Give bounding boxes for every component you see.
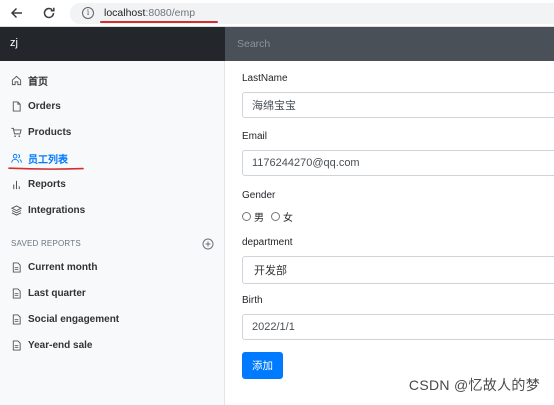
sidebar-item-products[interactable]: Products <box>11 124 71 140</box>
address-bar[interactable]: i localhost:8080/emp <box>70 3 554 24</box>
url-text: localhost:8080/emp <box>104 7 196 19</box>
department-label: department <box>242 237 293 248</box>
reload-icon[interactable] <box>40 4 58 22</box>
gender-radio-male-label: 男 <box>254 213 264 224</box>
saved-report-social-engagement[interactable]: Social engagement <box>11 311 119 327</box>
email-label: Email <box>242 131 268 142</box>
gender-label: Gender <box>242 190 276 201</box>
department-selected-value: 开发部 <box>254 265 287 277</box>
sidebar: 首页 Orders Products 员工列表 Reports Integrat… <box>0 61 225 405</box>
file-icon <box>11 100 22 112</box>
gender-radio-male[interactable] <box>242 212 251 221</box>
saved-report-last-quarter[interactable]: Last quarter <box>11 285 86 301</box>
cart-icon <box>11 127 22 138</box>
sidebar-item-integrations[interactable]: Integrations <box>11 202 85 218</box>
saved-report-current-month[interactable]: Current month <box>11 259 97 275</box>
add-button[interactable]: 添加 <box>242 352 283 379</box>
browser-toolbar: i localhost:8080/emp <box>0 0 554 27</box>
users-icon <box>11 153 22 164</box>
file-text-icon <box>11 261 22 273</box>
plus-circle-icon[interactable] <box>202 238 214 250</box>
department-select[interactable]: 开发部 <box>242 256 554 284</box>
saved-report-year-end-sale[interactable]: Year-end sale <box>11 337 92 353</box>
file-text-icon <box>11 313 22 325</box>
sidebar-item-orders[interactable]: Orders <box>11 98 61 114</box>
employee-form: LastName Email Gender 男 女 department 开发部… <box>226 61 554 405</box>
red-underline-annotation <box>8 167 84 170</box>
search-input[interactable] <box>225 27 554 61</box>
birth-label: Birth <box>242 295 263 306</box>
file-text-icon <box>11 287 22 299</box>
file-text-icon <box>11 339 22 351</box>
watermark: CSDN @忆故人的梦 <box>408 377 540 393</box>
gender-radio-female-label: 女 <box>283 213 293 224</box>
red-underline-annotation <box>100 21 218 23</box>
home-icon <box>11 75 22 86</box>
email-input[interactable] <box>242 150 554 176</box>
lastname-input[interactable] <box>242 92 554 118</box>
layers-icon <box>11 204 22 216</box>
navbar-brand[interactable]: zj <box>0 27 225 61</box>
gender-radio-group: 男 女 <box>242 209 300 224</box>
gender-radio-female[interactable] <box>271 212 280 221</box>
birth-input[interactable] <box>242 314 554 340</box>
info-icon[interactable]: i <box>82 7 94 19</box>
sidebar-item-reports[interactable]: Reports <box>11 176 66 192</box>
sidebar-item-home[interactable]: 首页 <box>11 72 48 88</box>
top-navbar: zj <box>0 27 554 61</box>
saved-reports-heading: SAVED REPORTS <box>11 239 81 248</box>
bar-chart-icon <box>11 179 22 190</box>
sidebar-item-employee-list[interactable]: 员工列表 <box>11 150 68 166</box>
lastname-label: LastName <box>242 73 288 84</box>
back-icon[interactable] <box>8 4 26 22</box>
